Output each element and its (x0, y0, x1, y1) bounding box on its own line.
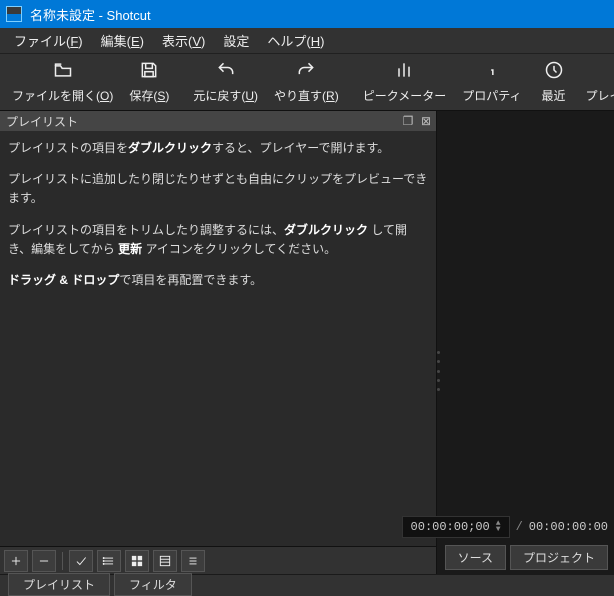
recent-button[interactable]: 最近 (530, 54, 578, 110)
open-file-button[interactable]: ファイルを開く(O) (4, 54, 121, 110)
app-icon (6, 6, 22, 22)
undo-button[interactable]: 元に戻す(U) (185, 54, 266, 110)
bottom-tab-playlist[interactable]: プレイリスト (8, 573, 110, 596)
splitter-handle[interactable] (437, 351, 443, 391)
info-icon (482, 60, 502, 83)
panel-float-icon[interactable]: ❐ (400, 113, 416, 129)
timecode-current[interactable]: 00:00:00;00 ▲▼ (402, 516, 510, 538)
menu-view[interactable]: 表示(V) (154, 28, 213, 53)
peak-meter-icon (394, 60, 414, 83)
clock-icon (544, 60, 564, 83)
peak-meter-button[interactable]: ピークメーター (355, 54, 455, 110)
window-titlebar: 名称未設定 - Shotcut (0, 0, 614, 28)
panel-close-icon[interactable]: ⊠ (418, 113, 434, 129)
properties-button[interactable]: プロパティ (454, 54, 529, 110)
save-icon (139, 60, 159, 83)
timecode-total: 00:00:00:00 (529, 520, 608, 534)
save-button[interactable]: 保存(S) (121, 54, 177, 110)
player-pane: 00:00:00;00 ▲▼ / 00:00:00:00 ソース プロジェクト (437, 111, 614, 574)
playlist-empty-help: プレイリストの項目をダブルクリックすると、プレイヤーで開けます。 プレイリストに… (0, 131, 436, 546)
timecode-row: 00:00:00;00 ▲▼ / 00:00:00:00 (437, 516, 608, 538)
playlist-update-button[interactable] (69, 550, 93, 572)
playlist-view-details-button[interactable] (97, 550, 121, 572)
tab-project[interactable]: プロジェクト (510, 545, 608, 570)
bottom-panel-tabs: プレイリスト フィルタ (0, 574, 614, 596)
playlist-panel-title: プレイリスト (6, 113, 78, 130)
content-area: プレイリスト ❐ ⊠ プレイリストの項目をダブルクリックすると、プレイヤーで開け… (0, 111, 614, 574)
redo-icon (296, 60, 316, 83)
playlist-menu-button[interactable] (181, 550, 205, 572)
playlist-view-icons-button[interactable] (153, 550, 177, 572)
open-file-icon (53, 60, 73, 83)
undo-icon (216, 60, 236, 83)
playlist-toolbar (0, 546, 436, 574)
playlist-panel: プレイリスト ❐ ⊠ プレイリストの項目をダブルクリックすると、プレイヤーで開け… (0, 111, 437, 574)
menu-file[interactable]: ファイル(F) (6, 28, 91, 53)
menu-settings[interactable]: 設定 (215, 28, 257, 53)
playlist-button[interactable]: プレイリスト (578, 54, 614, 110)
tab-source[interactable]: ソース (445, 545, 506, 570)
playlist-view-tiles-button[interactable] (125, 550, 149, 572)
window-title: 名称未設定 - Shotcut (30, 5, 151, 24)
menu-bar: ファイル(F) 編集(E) 表示(V) 設定 ヘルプ(H) (0, 28, 614, 54)
player-tabs: ソース プロジェクト (437, 545, 614, 570)
menu-edit[interactable]: 編集(E) (93, 28, 152, 53)
playlist-remove-button[interactable] (32, 550, 56, 572)
bottom-tab-filter[interactable]: フィルタ (114, 573, 192, 596)
menu-help[interactable]: ヘルプ(H) (259, 28, 332, 53)
main-toolbar: ファイルを開く(O) 保存(S) 元に戻す(U) やり直す(R) ピークメーター (0, 54, 614, 111)
redo-button[interactable]: やり直す(R) (266, 54, 347, 110)
playlist-add-button[interactable] (4, 550, 28, 572)
timecode-stepper-icon[interactable]: ▲▼ (496, 521, 501, 533)
playlist-panel-titlebar: プレイリスト ❐ ⊠ (0, 111, 436, 131)
